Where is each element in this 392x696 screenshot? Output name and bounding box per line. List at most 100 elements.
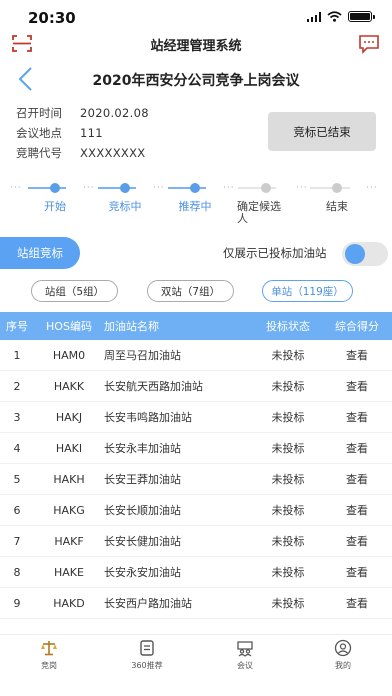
tab-360-recommend[interactable]: 360推荐 — [98, 639, 196, 671]
row-hos-code: HAKE — [54, 565, 84, 579]
row-index: 5 — [13, 472, 21, 486]
table-row: 8 HAKE 长安永安加油站 未投标 查看 — [0, 557, 392, 588]
row-index: 8 — [13, 565, 21, 579]
row-station-name: 长安航天西路加油站 — [104, 380, 203, 393]
station-table: 序号 HOS编码 加油站名称 投标状态 综合得分 1 HAM0 周至马召加油站 未投标… — [0, 312, 392, 619]
battery-icon — [348, 11, 375, 22]
tab-bidding[interactable]: 竞岗 — [0, 639, 98, 671]
info-value: 111 — [80, 126, 103, 140]
table-row: 3 HAKJ 长安韦鸣路加油站 未投标 查看 — [0, 402, 392, 433]
row-view-score[interactable]: 查看 — [322, 557, 392, 587]
tab-label: 会议 — [237, 661, 253, 670]
col-bid-status: 投标状态 — [266, 320, 310, 333]
table-row: 4 HAKI 长安永丰加油站 未投标 查看 — [0, 433, 392, 464]
table-row: 7 HAKF 长安长健加油站 未投标 查看 — [0, 526, 392, 557]
chip-station-group[interactable]: 站组（5组） — [31, 280, 118, 302]
col-index: 序号 — [6, 320, 28, 333]
row-station-name: 长安永丰加油站 — [104, 442, 181, 455]
step-label-end: 结束 — [326, 200, 348, 213]
row-view-score[interactable]: 查看 — [322, 464, 392, 494]
info-value: XXXXXXXX — [80, 146, 146, 160]
show-bidded-toggle[interactable] — [342, 242, 388, 266]
row-view-score[interactable]: 查看 — [322, 371, 392, 401]
status-icons — [306, 11, 375, 22]
row-station-name: 长安长健加油站 — [104, 535, 181, 548]
row-hos-code: HAM0 — [52, 348, 86, 362]
dots: ··· — [296, 183, 308, 193]
dots: ··· — [223, 183, 235, 193]
tab-label: 竞岗 — [41, 661, 57, 670]
info-label: 会议地点 — [16, 126, 62, 140]
table-row: 5 HAKH 长安王莽加油站 未投标 查看 — [0, 464, 392, 495]
step-node-start — [50, 183, 60, 193]
row-view-score[interactable]: 查看 — [322, 402, 392, 432]
row-bid-status: 未投标 — [271, 349, 305, 362]
row-station-name: 周至马召加油站 — [104, 349, 181, 362]
col-score: 综合得分 — [335, 320, 379, 333]
step-label-candidate: 确定候选人 — [237, 200, 281, 225]
step-label-recommend: 推荐中 — [178, 200, 212, 213]
step-track — [28, 187, 66, 189]
row-hos-code: HAKH — [53, 472, 85, 486]
meeting-icon — [237, 641, 253, 657]
row-bid-status: 未投标 — [271, 473, 305, 486]
tab-profile[interactable]: 我的 — [294, 639, 392, 671]
table-row: 1 HAM0 周至马召加油站 未投标 查看 — [0, 340, 392, 371]
step-node-bidding — [120, 183, 130, 193]
row-view-score[interactable]: 查看 — [322, 433, 392, 463]
row-hos-code: HAKK — [53, 379, 85, 393]
scale-icon — [41, 641, 57, 656]
row-view-score[interactable]: 查看 — [322, 526, 392, 556]
step-track — [98, 187, 136, 189]
meeting-info: 召开时间 2020.02.08 会议地点 111 竞聘代号 XXXXXXXX — [16, 103, 149, 163]
tab-label: 我的 — [335, 661, 351, 670]
row-bid-status: 未投标 — [271, 380, 305, 393]
row-index: 4 — [13, 441, 21, 455]
tab-bar: 竞岗 360推荐 会议 我的 — [0, 634, 392, 696]
progress-steps: ··· ··· ··· ··· ··· ··· 开始 竞标中 推荐中 确定候选人… — [0, 180, 392, 228]
dots: ··· — [366, 183, 378, 193]
table-row: 9 HAKD 长安西户路加油站 未投标 查看 — [0, 588, 392, 619]
info-label: 竞聘代号 — [16, 146, 62, 160]
table-row: 6 HAKG 长安长顺加油站 未投标 查看 — [0, 495, 392, 526]
info-value: 2020.02.08 — [80, 106, 149, 120]
meeting-header: 2020年西安分公司竞争上岗会议 — [0, 64, 392, 96]
dots: ··· — [153, 183, 165, 193]
chip-single-station[interactable]: 单站（119座） — [262, 280, 353, 302]
info-row-code: 竞聘代号 XXXXXXXX — [16, 143, 149, 163]
row-view-score[interactable]: 查看 — [322, 588, 392, 618]
profile-icon — [334, 639, 352, 657]
wifi-icon — [327, 11, 342, 22]
row-view-score[interactable]: 查看 — [322, 340, 392, 370]
step-node-recommend — [190, 183, 200, 193]
row-bid-status: 未投标 — [271, 535, 305, 548]
meeting-title: 2020年西安分公司竞争上岗会议 — [92, 73, 300, 89]
step-node-candidate — [261, 183, 271, 193]
step-node-end — [332, 183, 342, 193]
zone-bidding-button[interactable]: 站组竞标 — [0, 237, 80, 269]
info-row-time: 召开时间 2020.02.08 — [16, 103, 149, 123]
tab-meeting[interactable]: 会议 — [196, 639, 294, 671]
row-station-name: 长安长顺加油站 — [104, 504, 181, 517]
row-hos-code: HAKF — [54, 534, 84, 548]
info-row-location: 会议地点 111 — [16, 123, 149, 143]
row-index: 1 — [13, 348, 21, 362]
row-index: 7 — [13, 534, 21, 548]
app-title: 站经理管理系统 — [150, 38, 242, 53]
row-view-score[interactable]: 查看 — [322, 495, 392, 525]
step-label-start: 开始 — [44, 200, 66, 213]
chip-double-station[interactable]: 双站（7组） — [147, 280, 234, 302]
row-station-name: 长安韦鸣路加油站 — [104, 411, 192, 424]
message-icon[interactable] — [358, 34, 380, 54]
nav-bar: 站经理管理系统 — [0, 32, 392, 56]
row-hos-code: HAKD — [53, 596, 85, 610]
row-station-name: 长安王莽加油站 — [104, 473, 181, 486]
bidding-ended-button: 竞标已结束 — [268, 112, 376, 151]
toggle-knob — [345, 244, 365, 264]
row-index: 2 — [13, 379, 21, 393]
row-hos-code: HAKJ — [55, 410, 83, 424]
category-chips: 站组（5组） 双站（7组） 单站（119座） — [0, 280, 392, 302]
table-body: 1 HAM0 周至马召加油站 未投标 查看 2 HAKK 长安航天西路加油站 未投标 查看 3 HAK… — [0, 340, 392, 619]
row-index: 3 — [13, 410, 21, 424]
row-station-name: 长安永安加油站 — [104, 566, 181, 579]
